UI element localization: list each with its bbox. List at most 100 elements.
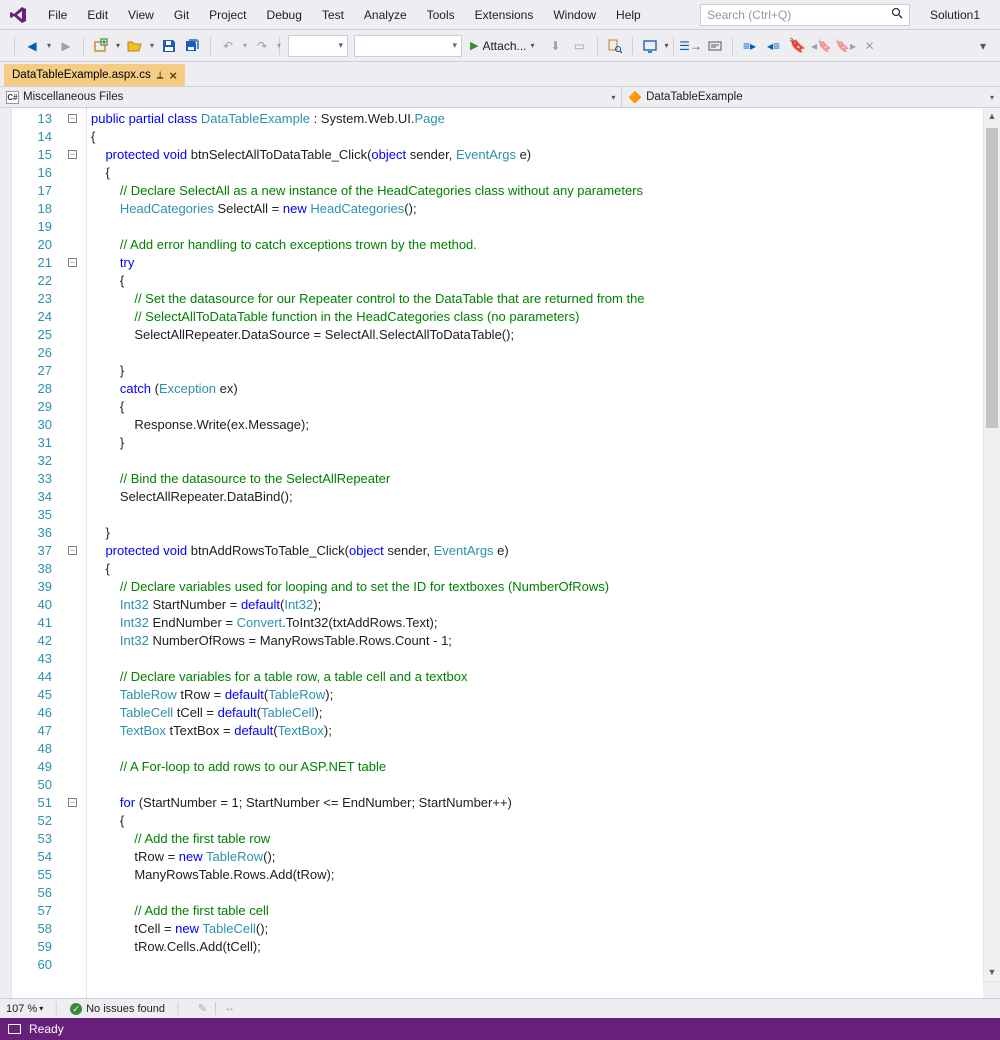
output-icon[interactable] [8, 1024, 21, 1034]
comment-out-button[interactable]: ≡▸ [739, 35, 761, 57]
code-line[interactable]: tRow.Cells.Add(tCell); [91, 938, 983, 956]
code-line[interactable] [91, 452, 983, 470]
tool-icon[interactable]: ✎ [198, 1002, 207, 1015]
clear-bookmarks-button[interactable]: ✕ [859, 35, 881, 57]
code-line[interactable]: protected void btnSelectAllToDataTable_C… [91, 146, 983, 164]
attach-debugger-button[interactable]: ▶ Attach... ▾ [466, 35, 543, 57]
code-line[interactable] [91, 344, 983, 362]
code-line[interactable]: // Declare variables used for looping an… [91, 578, 983, 596]
close-icon[interactable]: × [169, 68, 177, 83]
code-line[interactable]: { [91, 560, 983, 578]
code-line[interactable] [91, 884, 983, 902]
scroll-thumb[interactable] [986, 128, 998, 428]
menu-tools[interactable]: Tools [417, 2, 465, 28]
nav-forward-button[interactable]: ▶ [55, 35, 77, 57]
code-line[interactable]: TableRow tRow = default(TableRow); [91, 686, 983, 704]
code-line[interactable]: // Set the datasource for our Repeater c… [91, 290, 983, 308]
code-line[interactable]: { [91, 398, 983, 416]
code-line[interactable]: // Add error handling to catch exception… [91, 236, 983, 254]
code-line[interactable]: ManyRowsTable.Rows.Add(tRow); [91, 866, 983, 884]
code-line[interactable] [91, 956, 983, 974]
fold-toggle[interactable]: − [68, 258, 77, 267]
code-line[interactable] [91, 506, 983, 524]
menu-analyze[interactable]: Analyze [354, 2, 417, 28]
menu-edit[interactable]: Edit [77, 2, 118, 28]
code-line[interactable]: catch (Exception ex) [91, 380, 983, 398]
code-line[interactable]: protected void btnAddRowsToTable_Click(o… [91, 542, 983, 560]
menu-git[interactable]: Git [164, 2, 199, 28]
code-line[interactable]: Response.Write(ex.Message); [91, 416, 983, 434]
code-line[interactable]: Int32 StartNumber = default(Int32); [91, 596, 983, 614]
menu-test[interactable]: Test [312, 2, 354, 28]
step-button[interactable]: ⬇ [545, 35, 567, 57]
code-line[interactable]: } [91, 524, 983, 542]
code-line[interactable]: // SelectAllToDataTable function in the … [91, 308, 983, 326]
code-line[interactable]: TextBox tTextBox = default(TextBox); [91, 722, 983, 740]
next-bookmark-button[interactable]: 🔖▸ [835, 35, 857, 57]
code-line[interactable]: // Add the first table row [91, 830, 983, 848]
code-line[interactable]: { [91, 128, 983, 146]
open-file-button[interactable]: ▾ [124, 35, 146, 57]
nav-backward-button[interactable]: ◀▾ [21, 35, 43, 57]
code-line[interactable]: // Bind the datasource to the SelectAllR… [91, 470, 983, 488]
code-line[interactable]: // A For-loop to add rows to our ASP.NET… [91, 758, 983, 776]
document-tab-active[interactable]: DataTableExample.aspx.cs ⟂ × [4, 64, 185, 86]
menu-project[interactable]: Project [199, 2, 256, 28]
uncomment-button[interactable]: ◂≡ [763, 35, 785, 57]
code-line[interactable]: tRow = new TableRow(); [91, 848, 983, 866]
fold-toggle[interactable]: − [68, 150, 77, 159]
pin-icon[interactable]: ⟂ [157, 70, 164, 81]
zoom-combo[interactable]: 107 % ▾ [6, 1003, 43, 1015]
scroll-up-icon[interactable]: ▲ [984, 108, 1000, 125]
code-line[interactable] [91, 740, 983, 758]
fold-toggle[interactable]: − [68, 114, 77, 123]
code-line[interactable]: { [91, 164, 983, 182]
code-line[interactable]: Int32 EndNumber = Convert.ToInt32(txtAdd… [91, 614, 983, 632]
code-line[interactable] [91, 776, 983, 794]
code-line[interactable]: for (StartNumber = 1; StartNumber <= End… [91, 794, 983, 812]
tool-icon[interactable]: ↔ [224, 1002, 235, 1015]
save-all-button[interactable] [182, 35, 204, 57]
find-in-files-button[interactable] [604, 35, 626, 57]
code-line[interactable]: // Add the first table cell [91, 902, 983, 920]
code-line[interactable]: { [91, 812, 983, 830]
frame-button[interactable]: ▭ [569, 35, 591, 57]
undo-button[interactable]: ↶▾ [217, 35, 239, 57]
code-line[interactable] [91, 650, 983, 668]
new-project-button[interactable]: ▾ [90, 35, 112, 57]
fold-strip[interactable]: − − − − − [66, 108, 86, 998]
code-line[interactable]: try [91, 254, 983, 272]
toolbar-options-button[interactable]: ▾ [972, 35, 994, 57]
vertical-scrollbar[interactable]: ▲ ▼ [983, 108, 1000, 998]
menu-extensions[interactable]: Extensions [465, 2, 544, 28]
redo-button[interactable]: ↷▾ [251, 35, 273, 57]
code-line[interactable]: public partial class DataTableExample : … [91, 110, 983, 128]
menu-window[interactable]: Window [543, 2, 606, 28]
solution-name[interactable]: Solution1 [918, 2, 992, 28]
code-line[interactable]: { [91, 272, 983, 290]
fold-toggle[interactable]: − [68, 798, 77, 807]
code-line[interactable]: tCell = new TableCell(); [91, 920, 983, 938]
menu-view[interactable]: View [118, 2, 164, 28]
code-line[interactable] [91, 218, 983, 236]
show-member-list-button[interactable]: ☰→ [680, 35, 702, 57]
nav-project-dropdown[interactable]: C# Miscellaneous Files ▾ [0, 87, 622, 107]
code-line[interactable]: TableCell tCell = default(TableCell); [91, 704, 983, 722]
code-line[interactable]: SelectAllRepeater.DataBind(); [91, 488, 983, 506]
code-area[interactable]: public partial class DataTableExample : … [86, 108, 983, 998]
global-search-input[interactable]: Search (Ctrl+Q) [700, 4, 910, 26]
breakpoint-margin[interactable] [0, 108, 12, 998]
code-line[interactable]: HeadCategories SelectAll = new HeadCateg… [91, 200, 983, 218]
scroll-down-icon[interactable]: ▼ [984, 964, 1000, 981]
issues-indicator[interactable]: ✓ No issues found [70, 1003, 165, 1015]
menu-file[interactable]: File [38, 2, 77, 28]
code-line[interactable]: // Declare variables for a table row, a … [91, 668, 983, 686]
split-box[interactable] [983, 981, 1000, 998]
nav-class-dropdown[interactable]: 🔶 DataTableExample ▾ [622, 87, 1000, 107]
solution-platform-combo[interactable]: ▾ [354, 35, 462, 57]
fold-toggle[interactable]: − [68, 546, 77, 555]
code-line[interactable]: SelectAllRepeater.DataSource = SelectAll… [91, 326, 983, 344]
menu-debug[interactable]: Debug [257, 2, 312, 28]
live-share-button[interactable]: ▾ [639, 35, 661, 57]
solution-config-combo[interactable]: ▾ [288, 35, 348, 57]
